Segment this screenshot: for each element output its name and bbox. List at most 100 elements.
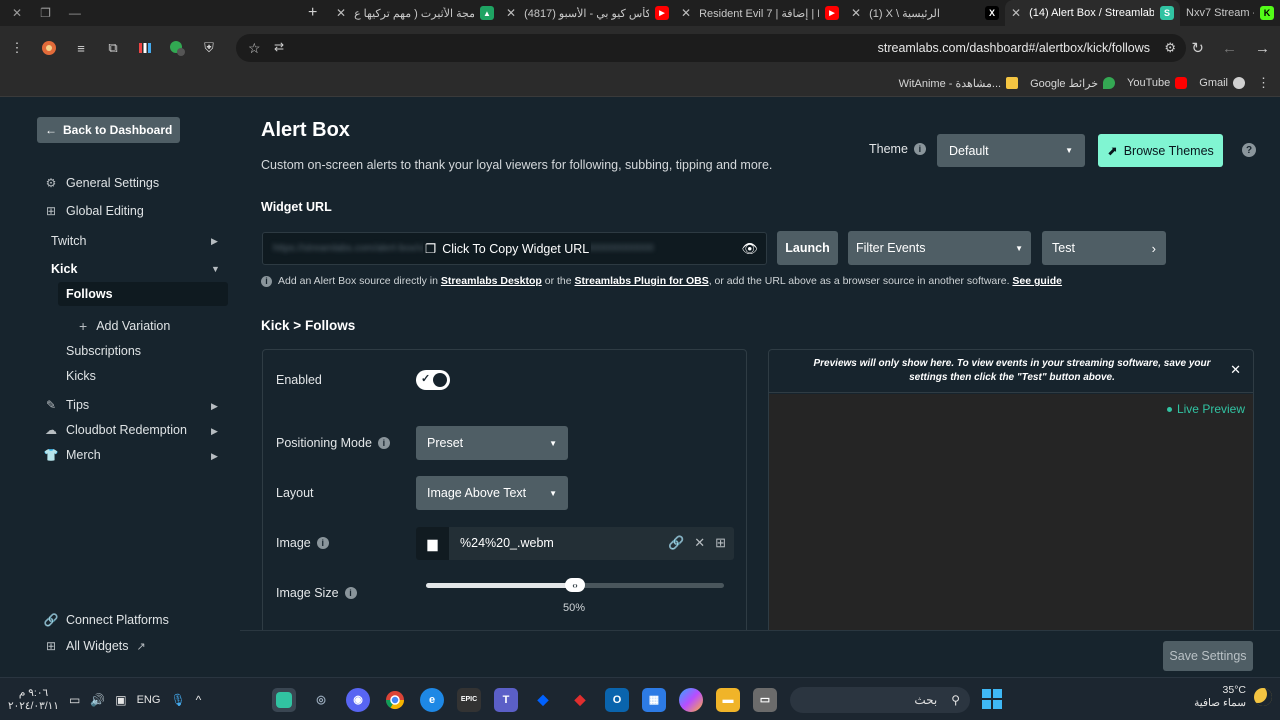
chevron-right-icon[interactable]: ▶ bbox=[211, 451, 218, 462]
remove-icon[interactable]: ✕ bbox=[694, 535, 705, 551]
anydesk-app-icon[interactable]: ◆ bbox=[568, 688, 592, 712]
teams-app-icon[interactable]: T bbox=[494, 687, 518, 712]
sidebar-item-kick[interactable]: Kick bbox=[51, 262, 77, 276]
monitor-icon[interactable]: ▣ bbox=[115, 693, 126, 707]
copilot-app-icon[interactable] bbox=[679, 687, 703, 712]
sidebar-item-general-settings[interactable]: ⚙ General Settings bbox=[44, 176, 160, 190]
more-bookmarks-icon[interactable]: ⋮ bbox=[1257, 75, 1270, 91]
language-indicator[interactable]: ENG bbox=[137, 694, 161, 706]
extension-bars-icon[interactable] bbox=[136, 39, 154, 57]
slider-handle[interactable]: ‹› bbox=[565, 578, 585, 592]
close-tab-icon[interactable]: ✕ bbox=[336, 6, 346, 20]
task-view-app-icon[interactable]: ▭ bbox=[753, 687, 777, 712]
back-to-dashboard-button[interactable]: ← Back to Dashboard bbox=[37, 117, 181, 143]
sidebar-item-kicks[interactable]: Kicks bbox=[66, 369, 96, 383]
bookmark-witanime[interactable]: WitAnime - مشاهدة... bbox=[899, 77, 1019, 90]
menu-dots-icon[interactable]: ⋮ bbox=[8, 39, 26, 57]
tab-qnb-cup[interactable]: ✕ (4817) كأس كيو بي - الأسبو ▶ bbox=[500, 0, 675, 26]
chevron-right-icon[interactable]: ▶ bbox=[211, 236, 218, 247]
discord-app-icon[interactable]: ◉ bbox=[346, 687, 370, 712]
close-tab-icon[interactable]: ✕ bbox=[681, 6, 691, 20]
speaker-icon[interactable]: 🔊 bbox=[90, 693, 105, 707]
sidebar-item-global-editing[interactable]: ⊞ Global Editing bbox=[44, 204, 144, 218]
copy-widget-url[interactable]: ❐ Click To Copy Widget URL bbox=[423, 241, 592, 256]
streamlabs-app-icon[interactable] bbox=[272, 687, 296, 712]
tab-drive[interactable]: ✕ برمجة الأثيرت ( مهم تركيها ع ▲ bbox=[330, 0, 500, 26]
chrome-app-icon[interactable] bbox=[383, 688, 407, 712]
file-explorer-app-icon[interactable]: ▬ bbox=[716, 687, 740, 712]
sidebar-item-subscriptions[interactable]: Subscriptions bbox=[66, 344, 141, 358]
translate-icon[interactable]: ⇄ bbox=[274, 40, 284, 54]
minimize-window-icon[interactable]: — bbox=[69, 6, 81, 20]
filter-events-select[interactable]: Filter Events ▼ bbox=[848, 231, 1031, 265]
address-url[interactable]: streamlabs.com/dashboard#/alertbox/kick/… bbox=[878, 41, 1150, 55]
launch-button[interactable]: Launch bbox=[777, 231, 838, 265]
tab-alert-box[interactable]: ✕ (14) Alert Box / Streamlabs S bbox=[1005, 0, 1180, 26]
forward-arrow-icon[interactable]: → bbox=[1255, 40, 1270, 57]
folder-icon[interactable]: ▆ bbox=[416, 527, 449, 560]
close-tab-icon[interactable]: ✕ bbox=[506, 6, 516, 20]
reload-icon[interactable]: ↻ bbox=[1191, 39, 1204, 57]
info-icon[interactable]: i bbox=[913, 143, 926, 155]
weather-widget[interactable]: 35°C سماء صافية bbox=[1194, 684, 1272, 710]
chevron-up-icon[interactable]: ^ bbox=[196, 693, 202, 707]
close-icon[interactable]: ✕ bbox=[1230, 362, 1241, 378]
close-window-icon[interactable]: ✕ bbox=[12, 6, 22, 20]
enabled-toggle[interactable]: ✓ bbox=[416, 370, 450, 390]
dropbox-app-icon[interactable]: ◆ bbox=[531, 688, 555, 712]
taskbar-search[interactable]: بحث ⚲ bbox=[790, 687, 970, 713]
bookmark-maps[interactable]: Google خرائط bbox=[1030, 77, 1116, 90]
address-bar[interactable]: ☆ ⇄ streamlabs.com/dashboard#/alertbox/k… bbox=[236, 34, 1186, 62]
add-variation-button[interactable]: + Add Variation bbox=[79, 318, 170, 334]
widget-url-field[interactable]: https://streamlabs.com/alert-box/v3/0000… bbox=[262, 232, 767, 265]
tab-x[interactable]: ✕ (1) X \ الرئيسية X bbox=[845, 0, 1005, 26]
microphone-icon[interactable]: 🎙 bbox=[170, 693, 185, 707]
sidebar-item-all-widgets[interactable]: ⊞ All Widgets ↗ bbox=[44, 639, 146, 653]
grid-icon[interactable]: ⊞ bbox=[715, 535, 726, 551]
link-icon[interactable]: 🔗 bbox=[668, 535, 684, 551]
reading-list-icon[interactable]: ≡ bbox=[72, 39, 90, 57]
sidebar-item-follows[interactable]: Follows bbox=[66, 287, 113, 301]
sidebar-item-tips[interactable]: ✎ Tips bbox=[44, 398, 89, 412]
help-icon[interactable]: ? bbox=[1242, 143, 1256, 157]
sidebar-item-cloudbot[interactable]: ☁ Cloudbot Redemption bbox=[44, 423, 187, 437]
back-arrow-icon[interactable]: ← bbox=[1222, 40, 1237, 57]
site-settings-icon[interactable]: ⚙ bbox=[1164, 40, 1176, 56]
epic-games-app-icon[interactable]: EPIC bbox=[457, 687, 481, 712]
eye-icon[interactable]: 👁 bbox=[741, 241, 758, 257]
shield-icon[interactable]: ⛨ bbox=[200, 39, 218, 57]
extensions-puzzle-icon[interactable]: ⧉ bbox=[104, 39, 122, 57]
close-tab-icon[interactable]: ✕ bbox=[1011, 6, 1021, 20]
store-app-icon[interactable]: ▦ bbox=[642, 687, 666, 712]
restore-window-icon[interactable]: ❐ bbox=[40, 6, 51, 20]
obs-plugin-link[interactable]: Streamlabs Plugin for OBS bbox=[575, 275, 709, 287]
outlook-app-icon[interactable]: O bbox=[605, 687, 629, 712]
sidebar-item-twitch[interactable]: Twitch bbox=[51, 234, 86, 248]
clock[interactable]: ٩:٠٦ م ٢٠٢٤/٠٣/١١ bbox=[8, 687, 59, 713]
layout-select[interactable]: Image Above Text ▼ bbox=[416, 476, 568, 510]
sidebar-item-connect-platforms[interactable]: 🔗 Connect Platforms bbox=[44, 613, 169, 627]
battery-icon[interactable]: ▭ bbox=[69, 693, 80, 707]
info-icon[interactable]: i bbox=[316, 537, 329, 549]
chevron-down-icon[interactable]: ▼ bbox=[211, 264, 220, 274]
streamlabs-desktop-link[interactable]: Streamlabs Desktop bbox=[441, 275, 542, 287]
edge-app-icon[interactable]: e bbox=[420, 687, 444, 712]
theme-select[interactable]: Default ▼ bbox=[937, 134, 1085, 167]
image-size-slider[interactable]: ‹› bbox=[426, 578, 724, 592]
sidebar-item-merch[interactable]: 👕 Merch bbox=[44, 448, 101, 462]
browse-themes-button[interactable]: ⬈ Browse Themes bbox=[1098, 134, 1223, 167]
save-settings-button[interactable]: Save Settings bbox=[1163, 641, 1253, 671]
new-tab-button[interactable]: + bbox=[302, 0, 330, 26]
test-button[interactable]: Test › bbox=[1042, 231, 1166, 265]
positioning-mode-select[interactable]: Preset ▼ bbox=[416, 426, 568, 460]
close-tab-icon[interactable]: ✕ bbox=[851, 6, 861, 20]
profile-avatar-icon[interactable] bbox=[40, 39, 58, 57]
windows-start-icon[interactable] bbox=[982, 689, 1002, 709]
steam-app-icon[interactable]: ◎ bbox=[309, 688, 333, 712]
bookmark-star-icon[interactable]: ☆ bbox=[248, 40, 261, 57]
info-icon[interactable]: i bbox=[377, 437, 390, 449]
info-icon[interactable]: i bbox=[344, 587, 357, 599]
tab-kick[interactable]: Nxv7 Stream - Watch Live K bbox=[1180, 0, 1280, 26]
tab-resident-evil[interactable]: ✕ Resident Evil 7 | إضافة | End ▶ bbox=[675, 0, 845, 26]
bookmark-gmail[interactable]: Gmail bbox=[1199, 77, 1245, 89]
